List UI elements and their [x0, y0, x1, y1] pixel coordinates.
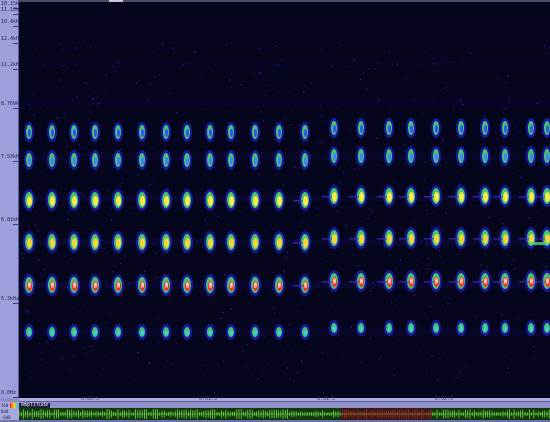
spectrogram-canvas[interactable] — [19, 2, 550, 398]
stray-signal — [529, 242, 547, 245]
spectrogram-plot[interactable] — [19, 2, 550, 398]
call-syllable — [112, 122, 124, 340]
spectrogram-window: 10.15kHz 11.12kHz 10.4kHz 12.4kHz 11.2kHz 8.7… — [0, 0, 550, 422]
call-syllable — [249, 122, 261, 340]
time-label: 0:02.0 — [435, 396, 454, 402]
call-syllable — [225, 122, 237, 340]
time-axis: 0:00.5 0:01.0 0:01.5 0:02.0 — [19, 396, 550, 402]
call-syllable — [493, 118, 511, 336]
amplitude-scale-label: 160 — [1, 403, 9, 408]
call-syllable — [46, 122, 58, 340]
call-syllable — [449, 118, 467, 336]
call-syllable — [399, 118, 417, 336]
call-syllable — [89, 122, 101, 340]
frequency-label: 0.0Hz — [1, 390, 17, 396]
noise-band — [19, 99, 550, 105]
waveform-canvas[interactable] — [19, 408, 550, 420]
call-syllable — [68, 122, 80, 340]
call-syllable — [519, 118, 537, 336]
time-label: 0:00.5 — [81, 396, 100, 402]
call-syllable — [160, 122, 172, 340]
frequency-label: 5.3kHz — [1, 296, 20, 302]
call-syllable — [136, 122, 148, 340]
call-syllable — [273, 122, 285, 340]
frequency-axis: 10.15kHz 11.12kHz 10.4kHz 12.4kHz 11.2kHz 8.7… — [0, 0, 25, 398]
call-syllables — [23, 118, 550, 340]
call-syllable — [322, 118, 340, 336]
amplitude-scale-label: 0dB — [1, 409, 9, 414]
call-syllable — [181, 122, 193, 340]
amplitude-panel: 0:00.5 0:01.0 0:01.5 0:02.0 160 0dB -6dB Am… — [0, 396, 550, 422]
waveform-view[interactable] — [19, 408, 550, 420]
call-syllable — [349, 118, 367, 336]
time-label: 0:01.5 — [317, 396, 336, 402]
colormap-icon — [10, 403, 18, 408]
call-syllable — [204, 122, 216, 340]
time-label: 0:01.0 — [199, 396, 218, 402]
call-syllable — [473, 118, 491, 336]
noise-band — [19, 61, 550, 67]
call-syllable — [23, 122, 35, 340]
call-syllable — [535, 118, 550, 336]
